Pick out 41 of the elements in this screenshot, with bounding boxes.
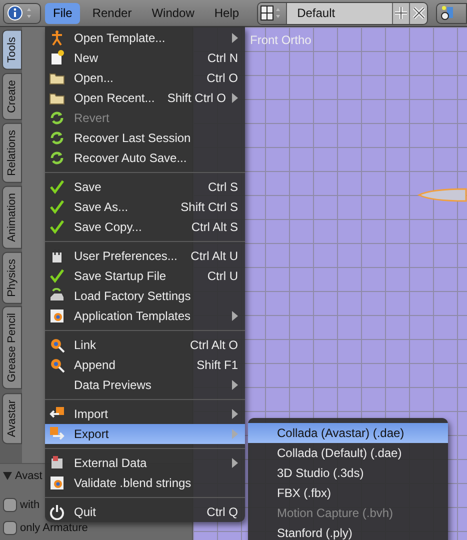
menu-button[interactable]: Window — [144, 2, 202, 24]
menu-item[interactable]: Link Ctrl Alt O — [45, 335, 245, 355]
menu-item[interactable]: Open Recent... Shift Ctrl O — [45, 88, 245, 108]
menu-item[interactable]: Export — [45, 424, 245, 444]
menu-item[interactable]: FBX (.fbx) — [248, 483, 448, 503]
menu-item[interactable]: Quit Ctrl Q — [45, 502, 245, 522]
sidebar-tab[interactable]: Grease Pencil — [2, 306, 22, 390]
menu-item[interactable]: Collada (Default) (.dae) — [248, 443, 448, 463]
menu-item[interactable]: 3D Studio (.3ds) — [248, 463, 448, 483]
menu-item[interactable]: Open Template... — [45, 28, 245, 48]
sidebar-tab[interactable]: Relations — [2, 122, 22, 183]
menu-item[interactable]: Save Startup File Ctrl U — [45, 266, 245, 286]
menu-item[interactable]: Append Shift F1 — [45, 355, 245, 375]
sidebar-tab[interactable]: Animation — [2, 186, 22, 248]
checkbox-label: only Armature — [20, 522, 88, 534]
menu-item[interactable]: Save Ctrl S — [45, 177, 245, 197]
menu-item[interactable]: External Data — [45, 453, 245, 473]
menu-item[interactable]: Save Copy... Ctrl Alt S — [45, 217, 245, 237]
sidebar-tab[interactable]: Avastar — [2, 392, 22, 444]
menu-button[interactable]: Render — [84, 2, 140, 24]
menu-item[interactable]: User Preferences... Ctrl Alt U — [45, 246, 245, 266]
menu-item[interactable]: Save As... Shift Ctrl S — [45, 197, 245, 217]
menu-item[interactable]: Open... Ctrl O — [45, 68, 245, 88]
checkbox-label: with — [20, 498, 40, 510]
menu-item[interactable]: New Ctrl N — [45, 48, 245, 68]
menu-item[interactable]: Collada (Avastar) (.dae) — [248, 423, 448, 443]
menu-item[interactable]: Application Templates — [45, 306, 245, 326]
menu-item[interactable]: Import — [45, 404, 245, 424]
menu-item[interactable]: Data Previews — [45, 375, 245, 395]
menu-item[interactable]: Recover Last Session — [45, 128, 245, 148]
menu-button[interactable]: File — [45, 2, 80, 24]
menu-button[interactable]: Help — [206, 2, 248, 24]
sidebar-tab[interactable]: Physics — [2, 252, 22, 304]
panel-title: Avast — [15, 470, 42, 482]
viewport-label: Front Ortho — [250, 33, 312, 47]
menu-item[interactable]: Load Factory Settings — [45, 286, 245, 306]
menu-item[interactable]: Recover Auto Save... — [45, 148, 245, 168]
menu-item[interactable]: Validate .blend strings — [45, 473, 245, 493]
sidebar-tab[interactable]: Tools — [2, 30, 22, 70]
sidebar-tab[interactable]: Create — [2, 72, 22, 120]
menu-item[interactable]: Stanford (.ply) — [248, 523, 448, 540]
